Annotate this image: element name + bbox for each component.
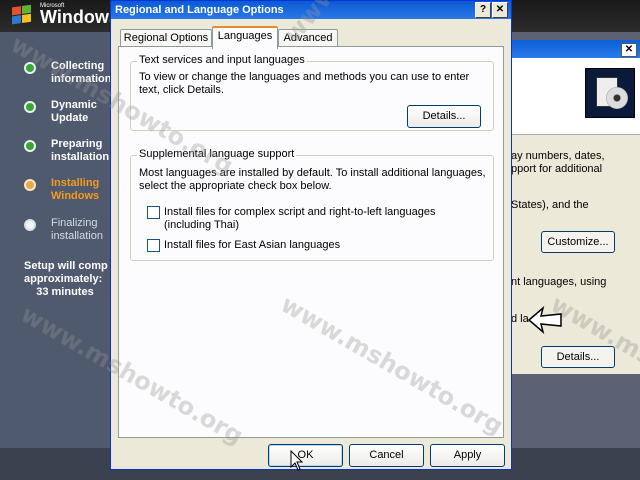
text-services-title: Text services and input languages	[137, 54, 307, 66]
mouse-pointer-icon	[290, 450, 304, 472]
tab-regional-options[interactable]: Regional Options	[120, 29, 212, 47]
step-label: Finalizing installation	[51, 217, 103, 242]
behind-text-1: ay numbers, dates, pport for additional	[511, 150, 605, 175]
step-current-icon	[24, 179, 36, 191]
supplemental-description: Most languages are installed by default.…	[139, 167, 486, 192]
cancel-button[interactable]: Cancel	[349, 444, 424, 467]
tab-languages[interactable]: Languages	[212, 26, 278, 49]
tab-advanced[interactable]: Advanced	[278, 29, 338, 47]
dialog-title: Regional and Language Options	[115, 4, 284, 16]
logo-text: Windows	[40, 7, 119, 27]
behind-text-2: States), and the	[511, 199, 589, 211]
regional-language-options-dialog: Regional and Language Options ? ✕ Region…	[110, 0, 512, 470]
setup-steps-panel: Collecting information Dynamic Update Pr…	[0, 32, 112, 448]
step-label: Collecting information	[51, 60, 112, 85]
details-button[interactable]: Details...	[407, 105, 481, 128]
step-label: Preparing installation	[51, 138, 110, 163]
pointer-arrow-icon	[527, 306, 563, 334]
complex-script-label[interactable]: Install files for complex script and rig…	[164, 206, 435, 232]
east-asian-label[interactable]: Install files for East Asian languages	[164, 239, 340, 252]
step-pending-icon	[24, 219, 36, 231]
windows-flag-icon	[12, 4, 32, 26]
complex-script-checkbox[interactable]	[147, 206, 160, 219]
language-cd-icon	[585, 68, 635, 118]
text-services-group: Text services and input languages To vie…	[130, 54, 494, 131]
apply-button[interactable]: Apply	[430, 444, 505, 467]
step-done-icon	[24, 101, 36, 113]
step-label: Dynamic Update	[51, 99, 97, 124]
close-icon[interactable]: ✕	[492, 2, 508, 18]
behind-window-titlebar: ✕	[511, 40, 640, 58]
behind-window-header	[511, 58, 640, 135]
east-asian-checkbox[interactable]	[147, 239, 160, 252]
dialog-titlebar: Regional and Language Options ? ✕	[111, 1, 511, 19]
languages-tab-panel: Text services and input languages To vie…	[118, 46, 504, 438]
behind-close-icon[interactable]: ✕	[621, 43, 637, 57]
supplemental-language-group: Supplemental language support Most langu…	[130, 148, 494, 261]
setup-time-estimate: Setup will comp approximately: 33 minute…	[24, 260, 108, 298]
step-done-icon	[24, 62, 36, 74]
ok-button[interactable]: OK	[268, 444, 343, 467]
behind-text-3: nt languages, using	[511, 276, 607, 288]
customize-button[interactable]: Customize...	[541, 231, 615, 253]
supplemental-title: Supplemental language support	[137, 148, 297, 160]
step-label: Installing Windows	[51, 177, 100, 202]
step-done-icon	[24, 140, 36, 152]
behind-details-button[interactable]: Details...	[541, 346, 615, 368]
help-icon[interactable]: ?	[475, 2, 491, 18]
text-services-description: To view or change the languages and meth…	[139, 71, 470, 96]
